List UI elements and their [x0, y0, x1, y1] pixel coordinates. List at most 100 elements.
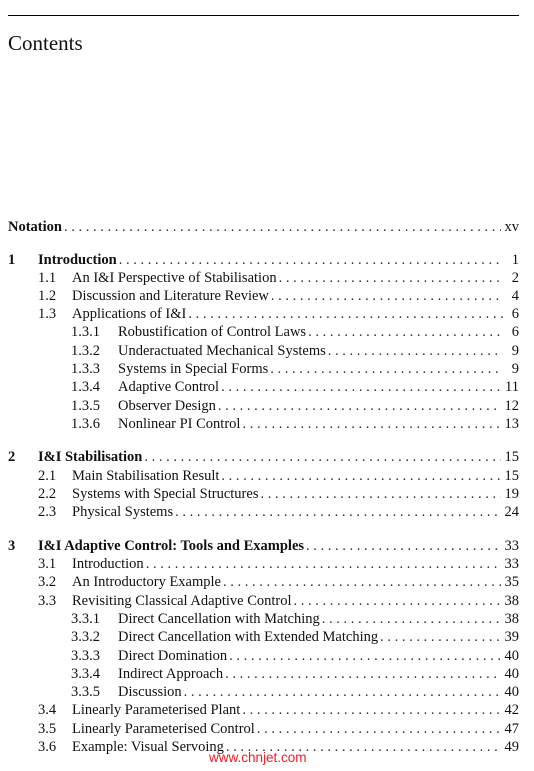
toc-entry-title[interactable]: Systems in Special Forms — [118, 360, 268, 378]
toc-entry-title[interactable]: Main Stabilisation Result — [72, 467, 219, 485]
header-rule — [8, 15, 519, 16]
toc-entry[interactable]: 1.2 Discussion and Literature Review 4 — [8, 287, 519, 305]
toc-entry-page-number: 40 — [504, 684, 520, 700]
toc-entry-number: 2.3 — [38, 504, 57, 520]
toc-entry[interactable]: 3 I&I Adaptive Control: Tools and Example… — [8, 537, 519, 555]
dot-leader — [328, 342, 503, 360]
toc-entry[interactable]: 2.2 Systems with Special Structures 19 — [8, 485, 519, 503]
toc-entry[interactable]: 3.1 Introduction 33 — [8, 555, 519, 573]
toc-entry[interactable]: 3.3.3 Direct Domination 40 — [8, 647, 519, 665]
toc-entry-page-number: 38 — [504, 611, 520, 627]
toc-entry-page-number: 12 — [504, 398, 520, 414]
toc-entry-title[interactable]: Indirect Approach — [118, 665, 223, 683]
toc-entry-title[interactable]: An I&I Perspective of Stabilisation — [72, 269, 277, 287]
dot-leader — [308, 323, 503, 341]
toc-entry[interactable]: 2.3 Physical Systems 24 — [8, 503, 519, 521]
toc-entry-title[interactable]: Robustification of Control Laws — [118, 323, 306, 341]
toc-entry-page-number: 13 — [504, 416, 520, 432]
dot-leader — [221, 467, 500, 485]
toc-entry[interactable]: 1 Introduction 1 — [8, 251, 519, 269]
toc-entry-page-number: 49 — [504, 739, 520, 755]
dot-leader — [64, 218, 501, 236]
toc-entry-title[interactable]: Applications of I&I — [72, 305, 186, 323]
toc-entry-page-number: 15 — [504, 468, 520, 484]
toc-entry-title[interactable]: Discussion and Literature Review — [72, 287, 269, 305]
toc-entry[interactable]: 3.4 Linearly Parameterised Plant 42 — [8, 701, 519, 719]
toc-entry-page-number: 40 — [504, 666, 520, 682]
toc-entry-number: 1.2 — [38, 288, 57, 304]
toc-entry[interactable]: 3.5 Linearly Parameterised Control 47 — [8, 720, 519, 738]
toc-entry-title[interactable]: Adaptive Control — [118, 378, 219, 396]
toc-entry-title[interactable]: Introduction — [38, 251, 117, 269]
toc-entry-title[interactable]: Example: Visual Servoing — [72, 738, 224, 756]
toc-entry-title[interactable]: Notation — [8, 218, 62, 236]
toc-entry-page-number: 15 — [504, 449, 520, 465]
toc-entry[interactable]: 2.1 Main Stabilisation Result 15 — [8, 467, 519, 485]
toc-entry-title[interactable]: I&I Adaptive Control: Tools and Examples — [38, 537, 304, 555]
toc-entry-title[interactable]: Revisiting Classical Adaptive Control — [72, 592, 292, 610]
toc-entry-title[interactable]: Physical Systems — [72, 503, 173, 521]
toc-entry-title[interactable]: Underactuated Mechanical Systems — [118, 342, 326, 360]
toc-entry-number: 1.3.6 — [71, 416, 100, 432]
toc-entry[interactable]: 1.3.6 Nonlinear PI Control 13 — [8, 415, 519, 433]
toc-entry-title[interactable]: Direct Domination — [118, 647, 227, 665]
toc-entry-page-number: 40 — [504, 648, 520, 664]
toc-entry-page-number: 39 — [504, 629, 520, 645]
dot-leader — [218, 397, 501, 415]
toc-entry-number: 3.3.5 — [71, 684, 100, 700]
toc-entry[interactable]: Notation xv — [8, 218, 519, 236]
toc-entry[interactable]: 1.3 Applications of I&I 6 — [8, 305, 519, 323]
toc-entry[interactable]: 2 I&I Stabilisation 15 — [8, 448, 519, 466]
dot-leader — [184, 683, 501, 701]
toc-entry-title[interactable]: I&I Stabilisation — [38, 448, 142, 466]
toc-entry[interactable]: 3.3.5 Discussion 40 — [8, 683, 519, 701]
toc-entry-number: 2 — [8, 449, 16, 465]
toc-entry-number: 3.1 — [38, 556, 57, 572]
toc-entry[interactable]: 1.3.5 Observer Design 12 — [8, 397, 519, 415]
toc-entry[interactable]: 1.3.4 Adaptive Control 11 — [8, 378, 519, 396]
toc-entry-title[interactable]: Linearly Parameterised Plant — [72, 701, 240, 719]
toc-entry[interactable]: 1.3.3 Systems in Special Forms 9 — [8, 360, 519, 378]
dot-leader — [270, 360, 503, 378]
toc-entry-page-number: 4 — [511, 288, 519, 304]
dot-leader — [221, 378, 501, 396]
toc-entry-number: 2.1 — [38, 468, 57, 484]
toc-entry-page-number: 24 — [504, 504, 520, 520]
toc-entry-page-number: 9 — [511, 361, 519, 377]
toc-entry-page-number: 42 — [504, 702, 520, 718]
toc-entry-number: 3.4 — [38, 702, 57, 718]
toc-entry-number: 3.3.3 — [71, 648, 100, 664]
dot-leader — [260, 485, 500, 503]
toc-entry-title[interactable]: Systems with Special Structures — [72, 485, 258, 503]
toc-entry[interactable]: 3.3 Revisiting Classical Adaptive Control… — [8, 592, 519, 610]
toc-entry-title[interactable]: Introduction — [72, 555, 144, 573]
toc-entry-number: 3.6 — [38, 739, 57, 755]
page-title: Contents — [8, 31, 83, 55]
toc-entry[interactable]: 1.1 An I&I Perspective of Stabilisation 2 — [8, 269, 519, 287]
toc-entry-title[interactable]: Linearly Parameterised Control — [72, 720, 255, 738]
toc-entry-title[interactable]: Nonlinear PI Control — [118, 415, 240, 433]
toc-entry-number: 1.3 — [38, 306, 57, 322]
toc-entry-title[interactable]: Direct Cancellation with Extended Matchi… — [118, 628, 378, 646]
dot-leader — [225, 665, 500, 683]
toc-entry[interactable]: 3.3.1 Direct Cancellation with Matching 38 — [8, 610, 519, 628]
toc-entry[interactable]: 1.3.2 Underactuated Mechanical Systems 9 — [8, 342, 519, 360]
dot-leader — [229, 647, 500, 665]
toc-entry[interactable]: 1.3.1 Robustification of Control Laws 6 — [8, 323, 519, 341]
toc-entry-title[interactable]: Observer Design — [118, 397, 216, 415]
toc-entry-number: 3.3.1 — [71, 611, 100, 627]
dot-leader — [271, 287, 503, 305]
toc-entry[interactable]: 3.3.4 Indirect Approach 40 — [8, 665, 519, 683]
toc-entry[interactable]: 3.2 An Introductory Example 35 — [8, 573, 519, 591]
toc-entry-title[interactable]: An Introductory Example — [72, 573, 221, 591]
toc-entry-number: 3.5 — [38, 721, 57, 737]
toc-entry[interactable]: 3.3.2 Direct Cancellation with Extended M… — [8, 628, 519, 646]
toc-entry-number: 1.3.4 — [71, 379, 100, 395]
toc-entry-title[interactable]: Discussion — [118, 683, 182, 701]
toc-entry-page-number: 38 — [504, 593, 520, 609]
toc-entry-page-number: 9 — [511, 343, 519, 359]
toc-entry-page-number: 2 — [511, 270, 519, 286]
toc-entry-title[interactable]: Direct Cancellation with Matching — [118, 610, 320, 628]
toc-entry-page-number: 6 — [511, 324, 519, 340]
toc-entry-page-number: 1 — [511, 252, 519, 268]
